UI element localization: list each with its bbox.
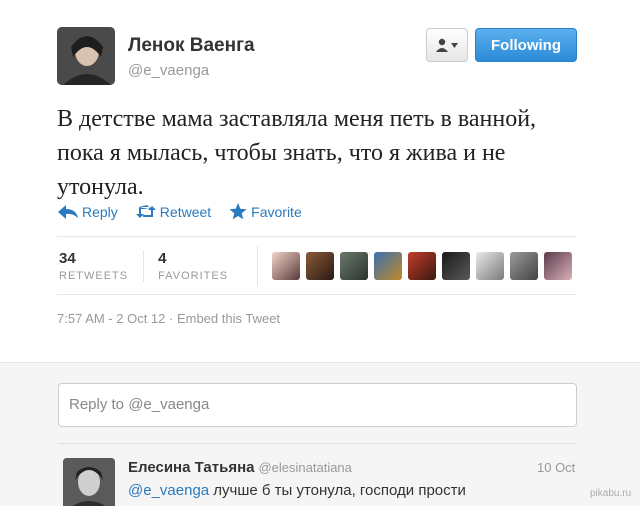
person-icon [436,38,448,52]
retweets-label: RETWEETS [59,270,129,282]
tweet-text: В детстве мама заставляла меня петь в ва… [57,106,537,200]
reply-input[interactable]: Reply to @e_vaenga [58,383,577,427]
favorites-label: FAVORITES [158,270,229,282]
retweeter-avatars [257,246,573,286]
retweets-stat[interactable]: 34 RETWEETS [57,250,143,282]
reply-author-avatar[interactable] [63,458,115,506]
reply-body: лучше б ты утонула, господи прости [209,482,466,499]
author-avatar[interactable] [57,27,115,85]
retweets-count: 34 [59,250,76,267]
embed-tweet-link[interactable]: Embed this Tweet [177,311,280,326]
author-handle[interactable]: @e_vaenga [128,62,209,79]
reply-mention-link[interactable]: @e_vaenga [128,482,209,499]
retweeter-avatar[interactable] [544,252,573,280]
reply-icon [58,204,78,219]
reply-author[interactable]: Елесина Татьяна @elesinatatiana [128,459,352,476]
following-button[interactable]: Following [475,28,577,62]
reply-text: @e_vaenga лучше б ты утонула, господи пр… [128,482,466,499]
meta-separator: · [165,311,177,326]
retweeter-avatar[interactable] [476,252,505,280]
reply-label: Reply [82,203,118,220]
chevron-down-icon [451,42,458,48]
favorites-count: 4 [158,250,167,267]
divider [57,294,577,295]
retweeter-avatar[interactable] [374,252,403,280]
retweeter-avatar[interactable] [272,252,301,280]
retweeter-avatar[interactable] [510,252,539,280]
retweeter-avatar[interactable] [442,252,471,280]
retweeter-avatar[interactable] [340,252,369,280]
tweet-stats: 34 RETWEETS 4 FAVORITES [57,238,577,294]
watermark: pikabu.ru [590,488,632,499]
tweet-permalink: Ленок Ваенга @e_vaenga Following В детст… [0,0,640,506]
retweeter-avatar[interactable] [408,252,437,280]
retweet-label: Retweet [159,203,212,220]
star-icon [229,203,247,220]
reply-section: Reply to @e_vaenga Елесина Татьяна @elesi… [0,362,640,506]
reply-action[interactable]: Reply [58,204,118,220]
retweet-action[interactable]: Retweet [135,203,212,220]
author-name[interactable]: Ленок Ваенга [128,35,255,57]
reply-author-name: Елесина Татьяна [128,459,255,476]
reply-author-handle: @elesinatatiana [258,460,352,475]
favorites-stat[interactable]: 4 FAVORITES [143,250,243,282]
retweeter-avatar[interactable] [306,252,335,280]
retweet-icon [135,204,156,218]
reply-time[interactable]: 10 Oct [537,460,575,475]
tweet-actions: Reply Retweet Favorite [58,203,320,220]
favorite-action[interactable]: Favorite [229,203,302,220]
tweet-timestamp[interactable]: 7:57 AM - 2 Oct 12 [57,311,165,326]
favorite-label: Favorite [251,203,302,220]
tweet-meta: 7:57 AM - 2 Oct 12 · Embed this Tweet [57,311,280,326]
divider [57,236,577,237]
user-actions-dropdown[interactable] [426,28,468,62]
divider [58,443,577,444]
